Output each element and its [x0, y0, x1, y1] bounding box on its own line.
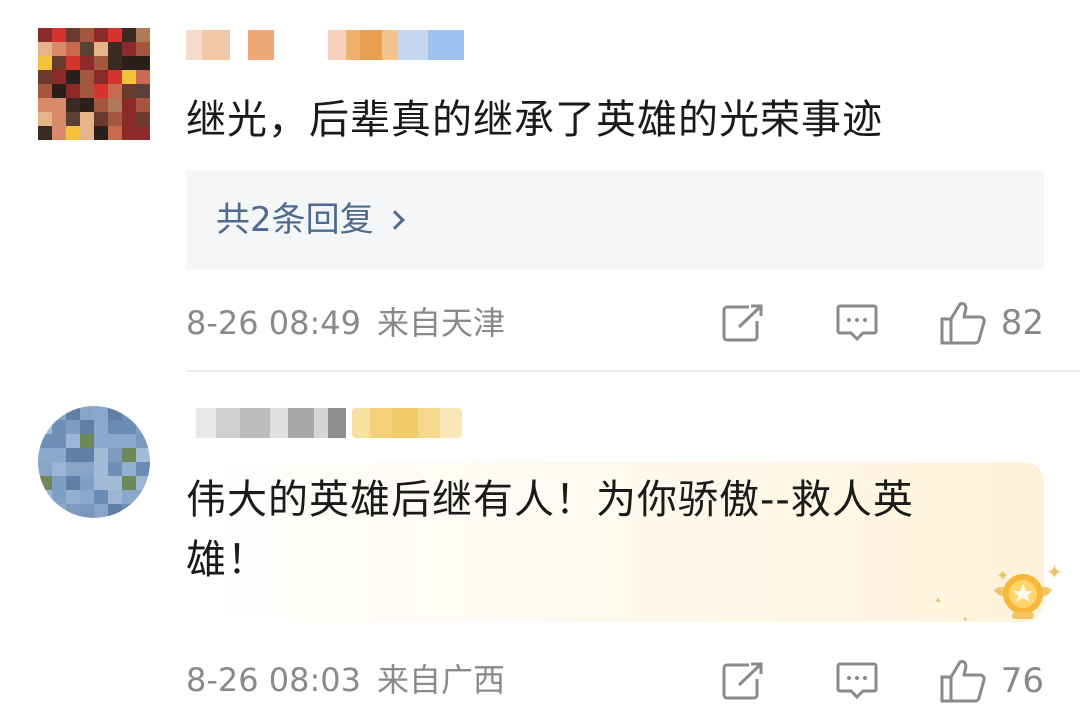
comment-icon — [836, 662, 878, 700]
replies-count-label: 共2条回复 — [216, 200, 374, 240]
comment-text: 伟大的英雄后继有人！为你骄傲--救人英 雄！ — [186, 470, 914, 590]
comment-location: 来自广西 — [377, 661, 506, 699]
comment-text-line: 伟大的英雄后继有人！为你骄傲--救人英 — [186, 477, 914, 523]
comment-text: 继光，后辈真的继承了英雄的光荣事迹 — [186, 97, 883, 143]
comment-meta: 8-26 08:03 来自广西 — [186, 660, 505, 700]
thumbs-up-icon — [940, 660, 986, 703]
comment-actions: 82 — [713, 298, 1044, 348]
comment-time: 8-26 08:49 — [186, 304, 362, 342]
sparkle-icon: ✦ — [934, 596, 943, 607]
comment-location: 来自天津 — [377, 304, 506, 342]
comment-text-line: 雄！ — [186, 537, 268, 583]
share-button[interactable] — [713, 298, 773, 348]
share-icon — [722, 304, 763, 342]
comment-meta: 8-26 08:49 来自天津 — [186, 303, 505, 343]
sparkle-icon: ✦ — [1046, 560, 1063, 584]
like-button[interactable]: 76 — [939, 658, 1044, 704]
replies-panel[interactable]: 共2条回复 — [186, 170, 1044, 270]
like-count: 82 — [1000, 303, 1044, 343]
comment-item: 继光，后辈真的继承了英雄的光荣事迹 共2条回复 8-26 08:49 来自天津 — [0, 0, 1080, 372]
comment-item: 伟大的英雄后继有人！为你骄傲--救人英 雄！ ✦ ✦ ✦ ✦ 8-26 08:0… — [0, 372, 1080, 718]
comment-time: 8-26 08:03 — [186, 661, 362, 699]
comment-button[interactable] — [827, 656, 887, 706]
like-count: 76 — [1000, 661, 1044, 701]
avatar[interactable] — [38, 28, 150, 140]
share-icon — [722, 662, 763, 700]
like-button[interactable]: 82 — [939, 300, 1044, 346]
chevron-right-icon — [384, 210, 405, 230]
username-redacted[interactable] — [196, 408, 346, 438]
share-button[interactable] — [713, 656, 773, 706]
user-badge-redacted — [352, 408, 462, 438]
avatar[interactable] — [38, 406, 150, 518]
sparkle-icon: ✦ — [996, 566, 1010, 585]
sparkle-icon: ✦ — [962, 615, 969, 624]
comment-button[interactable] — [827, 298, 887, 348]
comment-actions: 76 — [713, 656, 1044, 706]
view-replies-link[interactable]: 共2条回复 — [216, 200, 405, 240]
username-redacted[interactable] — [186, 30, 464, 60]
comment-icon — [836, 304, 878, 342]
thumbs-up-icon — [940, 302, 986, 345]
